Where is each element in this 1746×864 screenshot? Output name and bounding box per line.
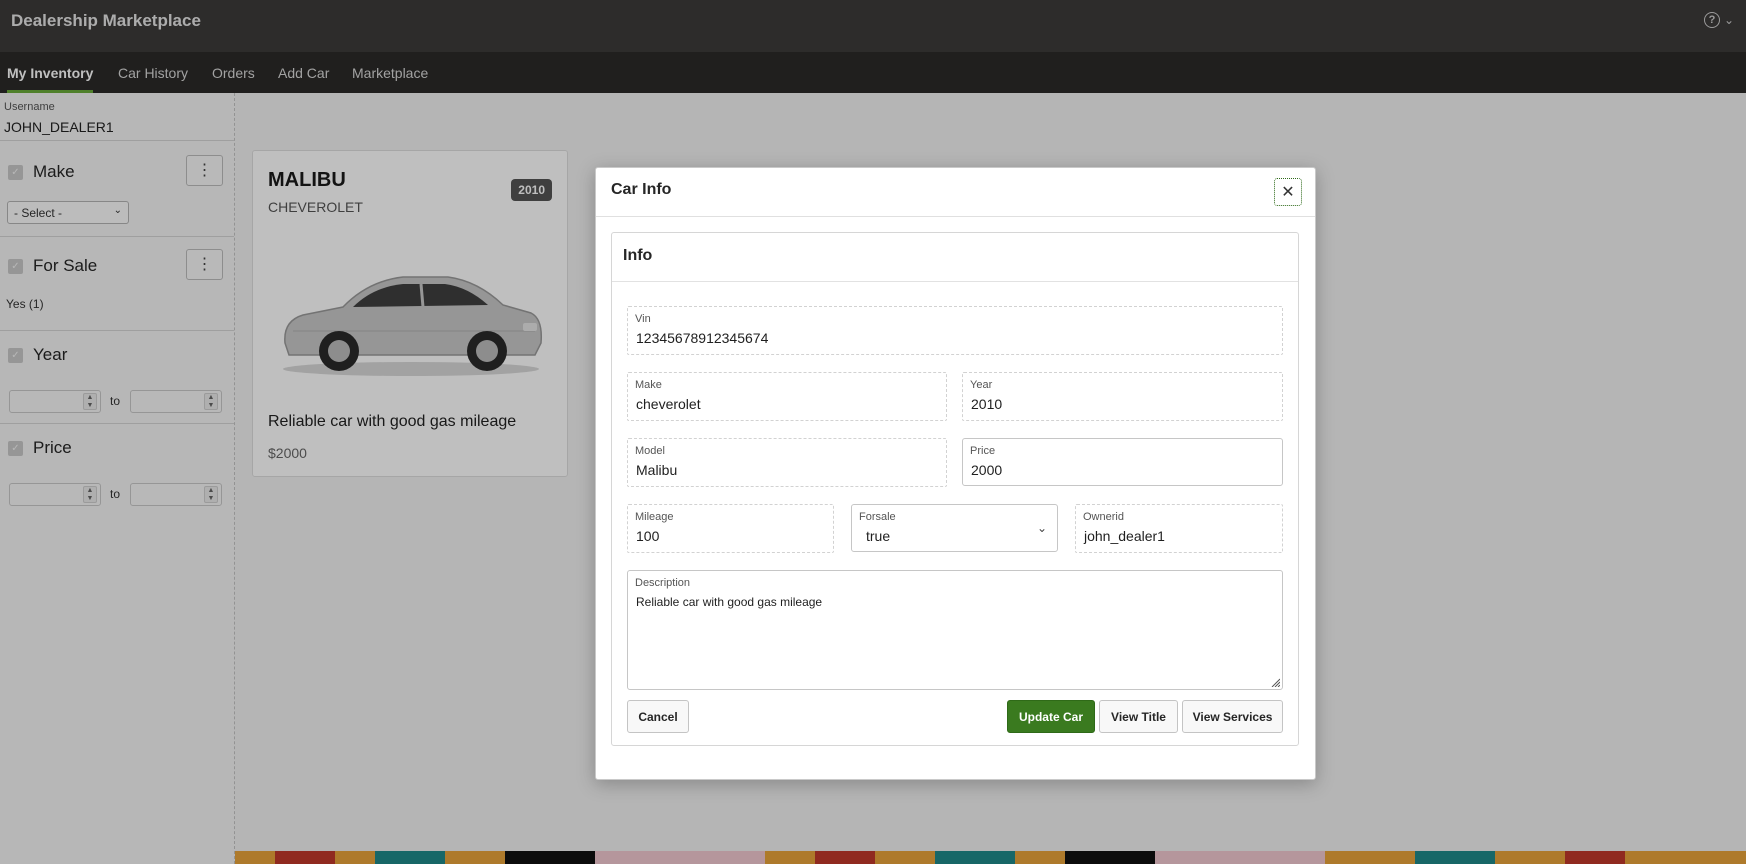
make-label: Make: [635, 379, 662, 391]
cancel-button[interactable]: Cancel: [627, 700, 689, 733]
info-region: Info Vin 12345678912345674 Make cheverol…: [611, 232, 1299, 746]
year-field[interactable]: Year 2010: [962, 372, 1283, 421]
vin-value: 12345678912345674: [636, 330, 769, 346]
dialog-title: Car Info: [611, 181, 672, 198]
mileage-value: 100: [636, 528, 660, 544]
vin-field[interactable]: Vin 12345678912345674: [627, 306, 1283, 355]
mileage-field[interactable]: Mileage 100: [627, 504, 834, 553]
make-value: cheverolet: [636, 396, 701, 412]
close-icon: ✕: [1281, 184, 1295, 201]
price-label: Price: [970, 445, 996, 457]
view-services-button[interactable]: View Services: [1182, 700, 1283, 733]
year-value: 2010: [971, 396, 1003, 412]
year-label: Year: [970, 379, 993, 391]
car-info-dialog: Car Info ✕ Info Vin 12345678912345674 Ma…: [595, 167, 1316, 780]
model-value: Malibu: [636, 462, 678, 478]
model-field[interactable]: Model Malibu: [627, 438, 947, 487]
region-title: Info: [623, 247, 653, 264]
update-car-button[interactable]: Update Car: [1007, 700, 1095, 733]
make-field[interactable]: Make cheverolet: [627, 372, 947, 421]
forsale-select[interactable]: Forsale true ⌄: [851, 504, 1058, 552]
price-field[interactable]: Price 2000: [962, 438, 1283, 486]
forsale-label: Forsale: [859, 511, 896, 523]
view-title-button[interactable]: View Title: [1099, 700, 1178, 733]
description-textarea[interactable]: Description Reliable car with good gas m…: [627, 570, 1283, 690]
mileage-label: Mileage: [635, 511, 674, 523]
ownerid-field[interactable]: Ownerid john_dealer1: [1075, 504, 1283, 553]
vin-label: Vin: [635, 313, 651, 325]
resize-handle-icon[interactable]: [1270, 677, 1280, 687]
chevron-down-icon: ⌄: [1036, 521, 1047, 535]
ownerid-value: john_dealer1: [1084, 528, 1165, 544]
divider: [612, 281, 1298, 282]
divider: [596, 216, 1315, 217]
ownerid-label: Ownerid: [1083, 511, 1124, 523]
model-label: Model: [635, 445, 665, 457]
close-button[interactable]: ✕: [1273, 177, 1303, 207]
forsale-value: true: [866, 528, 891, 544]
description-value: Reliable car with good gas mileage: [636, 595, 823, 609]
price-value: 2000: [971, 462, 1003, 478]
description-label: Description: [635, 577, 691, 589]
